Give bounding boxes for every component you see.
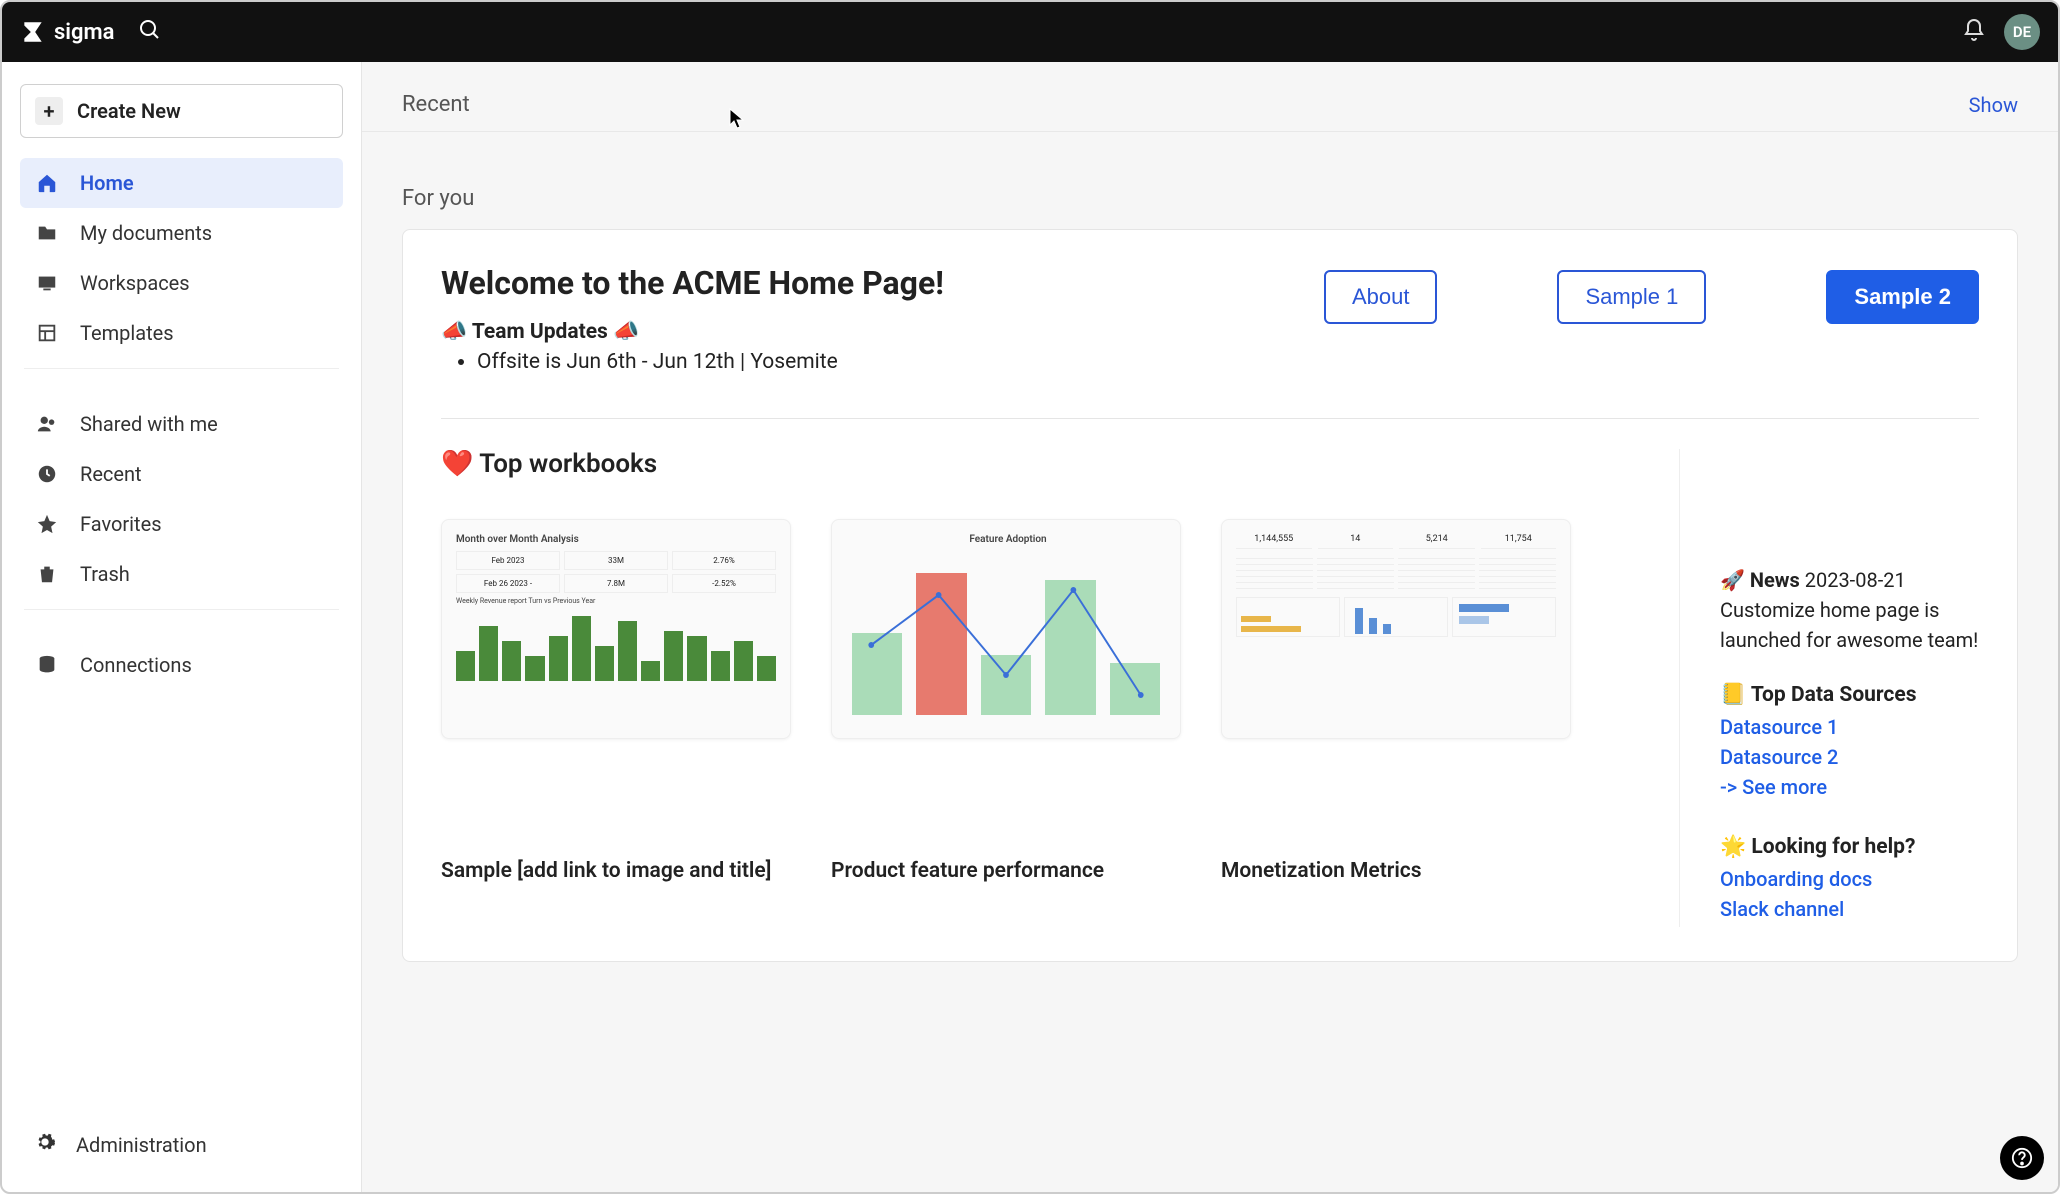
home-icon	[34, 170, 60, 196]
sidebar-item-trash[interactable]: Trash	[20, 549, 343, 599]
workbook-thumbnail: Feature Adoption	[831, 519, 1181, 739]
sidebar-item-shared[interactable]: Shared with me	[20, 399, 343, 449]
clock-icon	[34, 461, 60, 487]
folder-icon	[34, 220, 60, 246]
gear-icon	[34, 1131, 56, 1158]
user-avatar[interactable]: DE	[2004, 14, 2040, 50]
sample-buttons-row: About Sample 1 Sample 2	[1324, 270, 1979, 324]
brand-logo[interactable]: sigma	[20, 19, 114, 45]
sidebar-item-recent[interactable]: Recent	[20, 449, 343, 499]
team-updates-list: Offsite is Jun 6th - Jun 12th | Yosemite	[477, 350, 1304, 374]
sidebar-item-my-documents[interactable]: My documents	[20, 208, 343, 258]
nav-primary: Home My documents Workspaces Templates	[20, 158, 343, 358]
datasources-heading: 📒 Top Data Sources	[1720, 683, 1979, 707]
sidebar: + Create New Home My documents Workspace…	[2, 62, 362, 1192]
about-button[interactable]: About	[1324, 270, 1438, 324]
workbook-card[interactable]: 1,144,555 14 5,214 11,754	[1221, 519, 1571, 883]
workbook-title: Monetization Metrics	[1221, 859, 1571, 883]
top-workbooks-heading: ❤️ Top workbooks	[441, 449, 1639, 479]
plus-icon: +	[35, 97, 63, 125]
for-you-label: For you	[362, 132, 2058, 229]
rocket-icon: 🚀	[1720, 568, 1745, 592]
sidebar-item-administration[interactable]: Administration	[20, 1119, 343, 1170]
sample2-button[interactable]: Sample 2	[1826, 270, 1979, 324]
create-new-button[interactable]: + Create New	[20, 84, 343, 138]
people-icon	[34, 411, 60, 437]
workbook-card[interactable]: Feature Adoption Product feature perform…	[831, 519, 1181, 883]
recent-label: Recent	[402, 92, 470, 117]
sidebar-item-favorites[interactable]: Favorites	[20, 499, 343, 549]
sample1-button[interactable]: Sample 1	[1557, 270, 1706, 324]
home-panel: Welcome to the ACME Home Page! 📣 Team Up…	[402, 229, 2018, 962]
top-workbooks-section: ❤️ Top workbooks Month over Month Analys…	[441, 449, 1639, 927]
star-icon	[34, 511, 60, 537]
search-icon[interactable]	[138, 18, 162, 46]
trash-icon	[34, 561, 60, 587]
show-link[interactable]: Show	[1969, 93, 2018, 117]
nav-tertiary: Connections	[20, 640, 343, 690]
help-link[interactable]: Slack channel	[1720, 897, 1979, 921]
workbook-title: Sample [add link to image and title]	[441, 859, 791, 883]
help-heading: 🌟 Looking for help?	[1720, 835, 1979, 859]
news-block: 🚀 News 2023-08-21 Customize home page is…	[1720, 565, 1979, 655]
database-icon	[34, 652, 60, 678]
template-icon	[34, 320, 60, 346]
sigma-logo-icon	[20, 19, 46, 45]
workbook-card[interactable]: Month over Month Analysis Feb 2023 33M 2…	[441, 519, 791, 883]
sidebar-item-templates[interactable]: Templates	[20, 308, 343, 358]
welcome-title: Welcome to the ACME Home Page!	[441, 264, 1304, 302]
main-content: Recent Show For you Welcome to the ACME …	[362, 62, 2058, 1192]
sidebar-item-connections[interactable]: Connections	[20, 640, 343, 690]
help-floating-button[interactable]	[2000, 1136, 2044, 1180]
nav-secondary: Shared with me Recent Favorites Trash	[20, 399, 343, 599]
recent-header: Recent Show	[362, 62, 2058, 132]
topbar: sigma DE	[2, 2, 2058, 62]
sidebar-item-home[interactable]: Home	[20, 158, 343, 208]
team-update-item: Offsite is Jun 6th - Jun 12th | Yosemite	[477, 350, 1304, 374]
megaphone-icon: 📣	[441, 320, 467, 344]
side-info-column: 🚀 News 2023-08-21 Customize home page is…	[1679, 449, 1979, 927]
workbook-thumbnail: Month over Month Analysis Feb 2023 33M 2…	[441, 519, 791, 739]
workbook-title: Product feature performance	[831, 859, 1181, 883]
datasource-link[interactable]: Datasource 2	[1720, 745, 1979, 769]
workbook-thumbnail: 1,144,555 14 5,214 11,754	[1221, 519, 1571, 739]
datasource-see-more-link[interactable]: -> See more	[1720, 775, 1979, 799]
team-updates-heading: 📣 Team Updates 📣	[441, 320, 1304, 344]
megaphone-icon: 📣	[613, 320, 639, 344]
help-link[interactable]: Onboarding docs	[1720, 867, 1979, 891]
brand-name: sigma	[54, 20, 114, 45]
workspace-icon	[34, 270, 60, 296]
notifications-icon[interactable]	[1962, 18, 1986, 46]
datasource-link[interactable]: Datasource 1	[1720, 715, 1979, 739]
sidebar-item-workspaces[interactable]: Workspaces	[20, 258, 343, 308]
